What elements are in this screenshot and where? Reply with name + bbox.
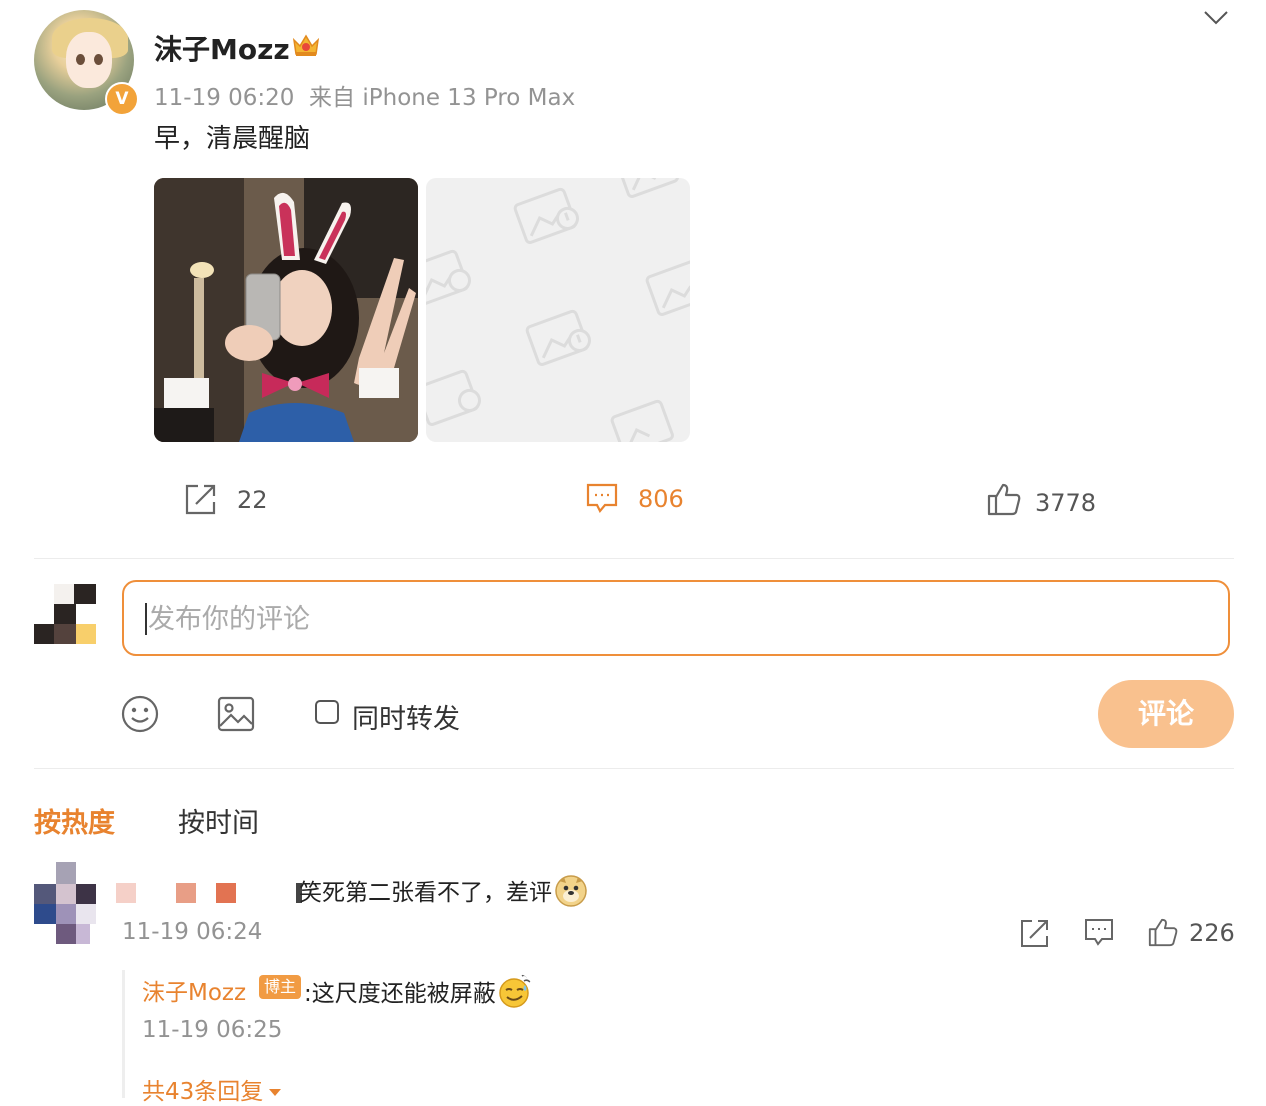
masked-username-block <box>116 883 136 903</box>
divider <box>34 558 1234 559</box>
comment-count[interactable]: 806 <box>638 485 684 513</box>
comment-input-box[interactable] <box>122 580 1230 656</box>
doge-emoji-icon <box>555 875 587 907</box>
masked-username-block <box>176 883 196 903</box>
divider <box>34 768 1234 769</box>
submit-comment-button[interactable]: 评论 <box>1098 680 1234 748</box>
image-unavailable-pattern <box>426 178 690 442</box>
verified-badge-icon: V <box>105 82 139 116</box>
view-more-replies-link[interactable]: 共43条回复 <box>142 1072 283 1106</box>
crown-icon <box>292 34 320 56</box>
photo-illustration <box>154 178 418 442</box>
comment-reply-icon[interactable] <box>1083 917 1115 949</box>
sweat-smile-emoji-icon <box>499 974 531 1008</box>
repost-checkbox-label[interactable]: 同时转发 <box>352 697 460 736</box>
reply-thread-bar <box>122 970 125 1098</box>
tab-sort-time[interactable]: 按时间 <box>178 801 259 840</box>
like-icon[interactable] <box>986 482 1022 516</box>
comment-input[interactable] <box>146 596 1200 642</box>
image-upload-icon[interactable] <box>216 694 256 734</box>
text-caret <box>145 603 147 635</box>
caret-down-icon <box>269 1089 282 1096</box>
comment-time: 11-19 06:24 <box>122 919 263 945</box>
author-badge: 博主 <box>259 975 301 999</box>
comment-icon[interactable] <box>585 482 619 514</box>
my-avatar[interactable] <box>34 584 98 648</box>
author-name[interactable]: 沫子Mozz <box>154 28 290 68</box>
comment-text: 笑死第二张看不了，差评 <box>299 873 588 907</box>
post-image-1[interactable] <box>154 178 418 442</box>
reply-author-name[interactable]: 沫子Mozz <box>142 973 246 1007</box>
masked-username-block <box>216 883 236 903</box>
comment-like-count[interactable]: 226 <box>1189 919 1235 947</box>
commenter-avatar[interactable] <box>34 862 98 944</box>
comment-repost-icon[interactable] <box>1019 917 1051 949</box>
repost-checkbox[interactable] <box>315 700 339 724</box>
post-image-2-blocked[interactable] <box>426 178 690 442</box>
repost-count[interactable]: 22 <box>237 486 268 514</box>
tab-sort-hot[interactable]: 按热度 <box>34 801 115 840</box>
post-meta: 11-19 06:20 来自 iPhone 13 Pro Max <box>154 85 576 111</box>
chevron-down-icon[interactable] <box>1203 10 1229 26</box>
comment-like-icon[interactable] <box>1147 916 1179 948</box>
repost-icon[interactable] <box>184 482 218 516</box>
reply-time: 11-19 06:25 <box>142 1017 283 1043</box>
emoji-icon[interactable] <box>120 694 160 734</box>
like-count[interactable]: 3778 <box>1035 489 1096 517</box>
post-text: 早，清晨醒脑 <box>154 124 311 154</box>
reply-text: :这尺度还能被屏蔽 <box>304 973 533 1009</box>
